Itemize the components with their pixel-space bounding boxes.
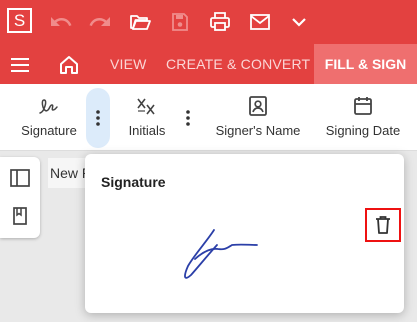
nav-bar: VIEW CREATE & CONVERT FILL & SIGN	[0, 44, 417, 84]
trash-icon	[373, 214, 393, 236]
app-logo[interactable]: S	[7, 8, 32, 33]
saved-signature[interactable]	[177, 219, 267, 281]
delete-signature-button[interactable]	[365, 208, 401, 242]
signature-tool[interactable]: Signature	[14, 84, 84, 150]
signature-more-button[interactable]	[86, 88, 110, 148]
bookmark-icon[interactable]	[9, 205, 31, 227]
save-icon[interactable]	[168, 10, 192, 34]
initials-more-button[interactable]	[176, 88, 200, 148]
sidebar-toggle-icon[interactable]	[9, 167, 31, 189]
side-panel	[0, 157, 40, 238]
signer-name-tool[interactable]: Signer's Name	[212, 84, 304, 150]
popup-title: Signature	[101, 174, 166, 190]
signing-date-tool[interactable]: Signing Date	[322, 84, 404, 150]
signature-tool-label: Signature	[21, 123, 77, 138]
hamburger-menu-icon[interactable]	[8, 53, 32, 77]
signing-date-tool-label: Signing Date	[325, 123, 401, 138]
mail-icon[interactable]	[248, 10, 272, 34]
top-toolbar: S	[0, 0, 417, 44]
initials-tool-label: Initials	[128, 123, 166, 138]
folder-open-icon[interactable]	[128, 10, 152, 34]
chevron-down-icon[interactable]	[287, 10, 311, 34]
home-icon[interactable]	[57, 53, 81, 77]
signature-popup: Signature	[85, 154, 404, 313]
calendar-icon	[351, 94, 375, 118]
undo-icon[interactable]	[49, 10, 73, 34]
tab-fill-sign[interactable]: FILL & SIGN	[314, 44, 417, 84]
signature-icon	[37, 94, 61, 118]
print-icon[interactable]	[208, 10, 232, 34]
initials-icon	[135, 94, 159, 118]
tab-view[interactable]: VIEW	[110, 44, 147, 84]
initials-tool[interactable]: Initials	[118, 84, 176, 150]
signer-name-icon	[246, 94, 270, 118]
tab-create-convert[interactable]: CREATE & CONVERT	[166, 44, 310, 84]
signer-name-tool-label: Signer's Name	[215, 123, 301, 138]
redo-icon[interactable]	[88, 10, 112, 34]
